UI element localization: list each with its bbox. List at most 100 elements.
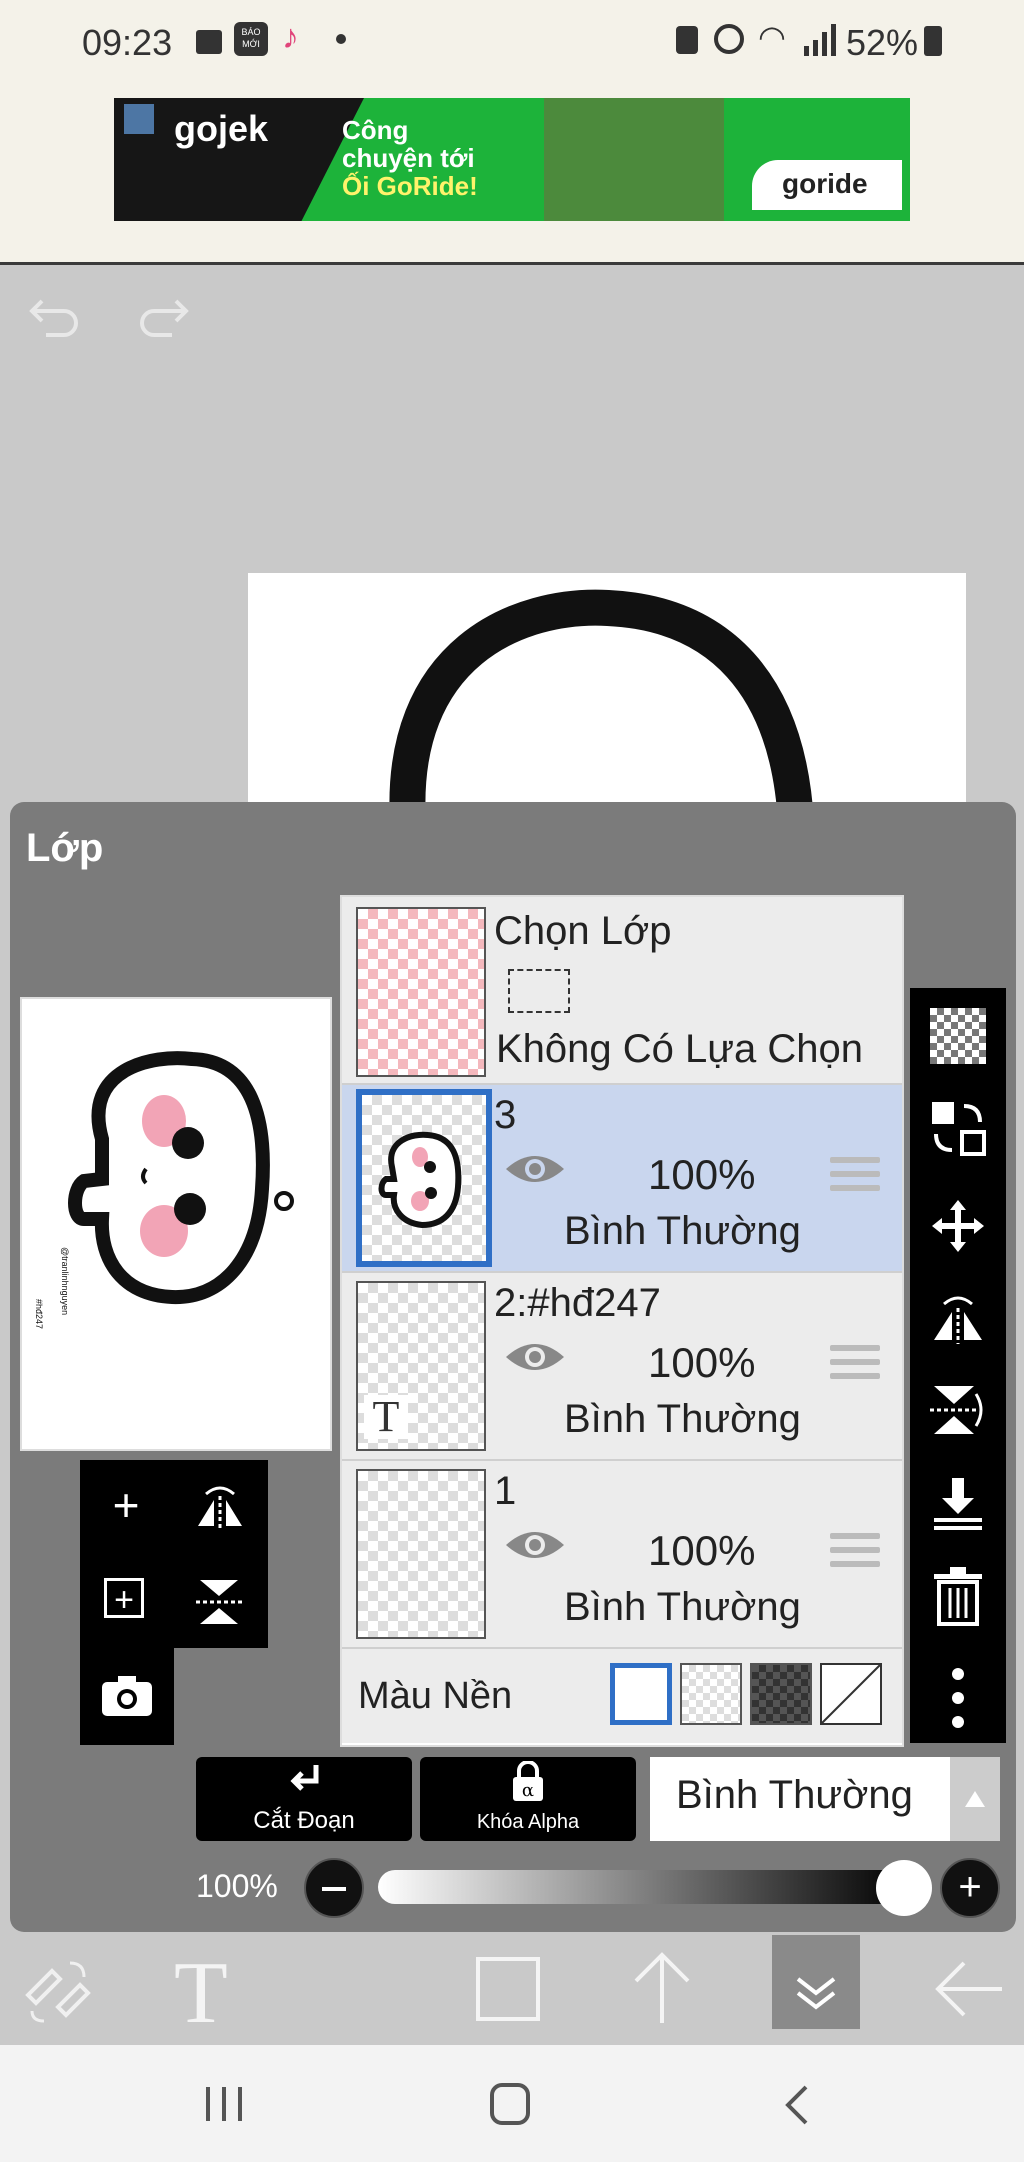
gallery-icon xyxy=(196,30,222,54)
background-none-swatch[interactable] xyxy=(820,1663,882,1725)
selection-layer-label: Chọn Lớp xyxy=(494,909,672,953)
layer-thumb xyxy=(356,1089,492,1267)
merge-down-icon[interactable] xyxy=(930,1476,986,1532)
panel-title: Lớp xyxy=(26,826,104,870)
layer-row[interactable]: 1 100% Bình Thường xyxy=(342,1461,902,1649)
opacity-value: 100% xyxy=(196,1868,278,1904)
move-icon[interactable] xyxy=(930,1198,986,1254)
double-chevron-down-icon xyxy=(796,1977,836,2010)
layer-opacity: 100% xyxy=(648,1527,756,1574)
alpha-lock-button[interactable]: α Khóa Alpha xyxy=(420,1757,636,1841)
selection-status: Không Có Lựa Chọn xyxy=(496,1027,864,1071)
svg-text:α: α xyxy=(522,1780,534,1801)
add-layer-icon[interactable]: + xyxy=(86,1478,166,1532)
flip-vertical-icon[interactable] xyxy=(192,1574,248,1630)
delete-icon[interactable] xyxy=(932,1566,984,1626)
clip-label: Cắt Đoạn xyxy=(253,1807,355,1834)
opacity-increase-button[interactable]: + xyxy=(940,1858,1000,1918)
layer-blend-mode: Bình Thường xyxy=(564,1209,801,1253)
opacity-decrease-button[interactable] xyxy=(304,1858,364,1918)
more-options-icon[interactable] xyxy=(950,1668,966,1728)
watermark-text-1: @tranlinhnguyen xyxy=(60,1247,70,1315)
undo-icon[interactable] xyxy=(28,295,82,339)
drag-handle-icon[interactable] xyxy=(830,1157,880,1197)
camera-icon[interactable] xyxy=(100,1672,154,1718)
right-toolbar xyxy=(910,988,1006,1743)
ad-brand: gojek xyxy=(174,108,269,149)
brush-eraser-swap-icon[interactable] xyxy=(22,1955,92,2025)
layer-thumb xyxy=(356,1469,486,1639)
layer-blend-mode: Bình Thường xyxy=(564,1585,801,1629)
battery-percent: 52% xyxy=(846,22,919,63)
back-icon[interactable] xyxy=(782,2085,810,2125)
recent-apps-icon[interactable] xyxy=(204,2085,244,2123)
preview-artwork: @tranlinhnguyen #hđ247 xyxy=(34,1051,294,1329)
background-white-swatch[interactable] xyxy=(610,1663,672,1725)
layer-thumb: T xyxy=(356,1281,486,1451)
transparency-checker-icon[interactable] xyxy=(930,1008,986,1064)
background-row: Màu Nền xyxy=(342,1649,902,1743)
layer-preview[interactable]: @tranlinhnguyen #hđ247 xyxy=(20,997,332,1451)
flip-horizontal-icon[interactable] xyxy=(930,1290,986,1346)
opacity-slider[interactable] xyxy=(378,1870,908,1904)
minus-icon xyxy=(322,1887,346,1891)
selection-layer-row[interactable]: Chọn Lớp Không Có Lựa Chọn xyxy=(342,897,902,1085)
selection-marquee-icon xyxy=(508,969,570,1013)
background-label: Màu Nền xyxy=(358,1675,513,1717)
layer-name: 1 xyxy=(494,1469,517,1513)
layer-opacity: 100% xyxy=(648,1151,756,1198)
arrow-left-icon[interactable] xyxy=(934,1959,1004,2019)
text-tool-icon[interactable]: T xyxy=(174,1943,228,2044)
blend-mode-select[interactable]: Bình Thường xyxy=(650,1757,1000,1841)
drag-handle-icon[interactable] xyxy=(830,1533,880,1573)
alarm-icon xyxy=(714,24,744,54)
ad-banner[interactable]: gojek Công chuyện tới Ối GoRide! goride xyxy=(114,98,910,221)
flip-vertical-icon[interactable] xyxy=(930,1382,986,1438)
ad-choices-icon[interactable] xyxy=(124,104,154,134)
visibility-eye-icon[interactable] xyxy=(504,1339,566,1375)
clock: 09:23 xyxy=(82,22,173,63)
transform-select-icon[interactable] xyxy=(930,1100,986,1156)
selection-thumb xyxy=(356,907,486,1077)
news-icon: BÁO MỚI xyxy=(234,22,268,56)
alpha-lock-label: Khóa Alpha xyxy=(476,1811,580,1833)
duplicate-layer-icon[interactable]: + xyxy=(104,1578,144,1619)
caret-up-icon xyxy=(965,1791,985,1807)
watermark-text-2: #hđ247 xyxy=(34,1299,44,1329)
clip-button[interactable]: Cắt Đoạn xyxy=(196,1757,412,1841)
arrow-up-icon[interactable] xyxy=(630,1951,694,2027)
background-dark-swatch[interactable] xyxy=(750,1663,812,1725)
ad-photo xyxy=(544,98,724,221)
navigation-bar xyxy=(0,2045,1024,2162)
background-transparent-swatch[interactable] xyxy=(680,1663,742,1725)
battery-icon xyxy=(924,26,942,56)
tiktok-icon: ♪ xyxy=(282,18,299,56)
collapse-panel-button[interactable] xyxy=(772,1935,860,2029)
layer-row[interactable]: 3 100% Bình Thường xyxy=(342,1085,902,1273)
signal-icon xyxy=(804,24,836,56)
layer-thumb-art xyxy=(378,1131,462,1229)
opacity-slider-thumb[interactable] xyxy=(876,1860,932,1916)
blend-mode-value: Bình Thường xyxy=(676,1773,913,1817)
home-icon[interactable] xyxy=(490,2083,530,2125)
text-layer-icon: T xyxy=(364,1395,408,1439)
layer-blend-mode: Bình Thường xyxy=(564,1397,801,1441)
layer-row[interactable]: T 2:#hđ247 100% Bình Thường xyxy=(342,1273,902,1461)
lock-icon xyxy=(676,26,698,54)
layer-opacity: 100% xyxy=(648,1339,756,1386)
drag-handle-icon[interactable] xyxy=(830,1345,880,1385)
visibility-eye-icon[interactable] xyxy=(504,1527,566,1563)
flip-horizontal-icon[interactable] xyxy=(192,1480,248,1536)
selection-tool-icon[interactable] xyxy=(476,1957,540,2021)
layer-list: Chọn Lớp Không Có Lựa Chọn 3 100% Bình T… xyxy=(340,895,904,1747)
redo-icon[interactable] xyxy=(136,295,190,339)
alpha-lock-icon: α xyxy=(513,1761,543,1801)
wifi-icon: ◠ xyxy=(758,19,786,55)
visibility-eye-icon[interactable] xyxy=(504,1151,566,1187)
ad-headline: Công chuyện tới Ối GoRide! xyxy=(342,115,478,201)
ad-brand-2: goride xyxy=(782,168,868,199)
layer-name: 2:#hđ247 xyxy=(494,1281,661,1325)
clip-arrow-icon xyxy=(290,1765,319,1791)
layer-name: 3 xyxy=(494,1093,517,1137)
blend-mode-dropdown[interactable] xyxy=(950,1757,1000,1841)
